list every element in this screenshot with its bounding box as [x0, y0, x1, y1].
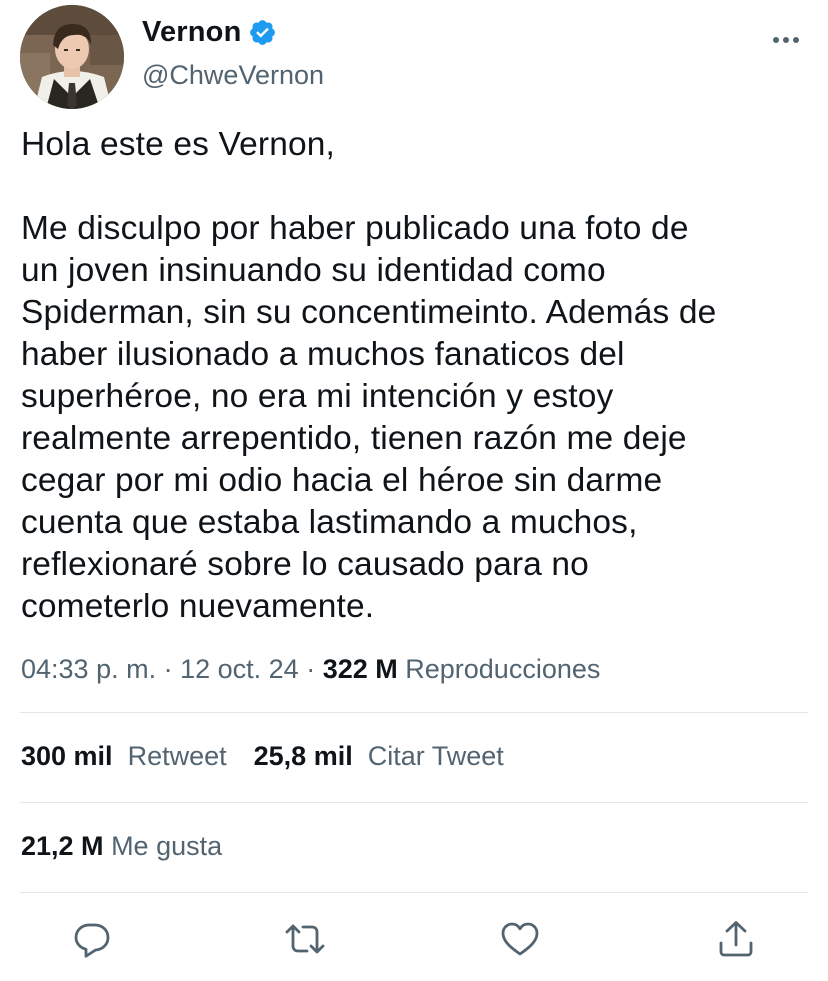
retweet-icon[interactable]	[285, 919, 325, 959]
author-name-row[interactable]: Vernon	[142, 14, 277, 50]
more-options-icon[interactable]	[772, 36, 800, 44]
likes-stats-row[interactable]: 21,2 M Me gusta	[21, 831, 222, 862]
tweet-line: superhéroe, no era mi intención y estoy	[21, 378, 614, 415]
tweet-line: cegar por mi odio hacia el héroe sin dar…	[21, 462, 663, 499]
tweet-line: Spiderman, sin su concentimeinto. Además…	[21, 294, 717, 331]
views-label: Reproducciones	[405, 654, 601, 684]
display-name[interactable]: Vernon	[142, 16, 242, 49]
share-icon[interactable]	[716, 919, 756, 959]
quotes-count: 25,8 mil	[253, 741, 353, 771]
retweet-stats-row: 300 mil Retweet 25,8 mil Citar Tweet	[21, 741, 504, 772]
tweet-line: cuenta que estaba lastimando a muchos,	[21, 504, 638, 541]
divider	[20, 892, 808, 893]
tweet-line: cometerlo nuevamente.	[21, 588, 375, 625]
tweet-line: realmente arrepentido, tienen razón me d…	[21, 420, 687, 457]
tweet-line: reflexionaré sobre lo causado para no	[21, 546, 589, 583]
tweet-line: haber ilusionado a muchos fanaticos del	[21, 336, 625, 373]
quotes-label: Citar Tweet	[367, 741, 504, 771]
tweet-line-blank	[21, 166, 811, 208]
author-handle[interactable]: @ChweVernon	[142, 60, 324, 91]
retweets-count: 300 mil	[21, 741, 113, 771]
tweet-line: Hola este es Vernon,	[21, 126, 336, 163]
tweet-meta: 04:33 p. m. · 12 oct. 24 · 322 M Reprodu…	[21, 654, 600, 685]
reply-icon[interactable]	[72, 919, 112, 959]
tweet-line: un joven insinuando su identidad como	[21, 252, 606, 289]
tweet-date[interactable]: 12 oct. 24	[180, 654, 299, 684]
tweet-text: Hola este es Vernon, Me disculpo por hab…	[21, 124, 811, 628]
meta-separator: ·	[156, 654, 181, 684]
tweet-line: Me disculpo por haber publicado una foto…	[21, 210, 689, 247]
likes-count: 21,2 M	[21, 831, 104, 861]
verified-badge-icon	[248, 18, 277, 47]
likes-label: Me gusta	[111, 831, 223, 861]
tweet-time[interactable]: 04:33 p. m.	[21, 654, 156, 684]
meta-separator: ·	[298, 654, 323, 684]
like-icon[interactable]	[500, 919, 540, 959]
avatar[interactable]	[20, 5, 124, 109]
tweet-detail: Vernon @ChweVernon Hola este es Vernon, …	[0, 0, 828, 981]
quotes-stat[interactable]: 25,8 mil Citar Tweet	[254, 741, 504, 771]
divider	[20, 802, 808, 803]
views-count: 322 M	[322, 654, 398, 684]
retweets-label: Retweet	[127, 741, 227, 771]
retweets-stat[interactable]: 300 mil Retweet	[21, 741, 227, 771]
profile-photo-icon	[20, 5, 124, 109]
divider	[20, 712, 808, 713]
